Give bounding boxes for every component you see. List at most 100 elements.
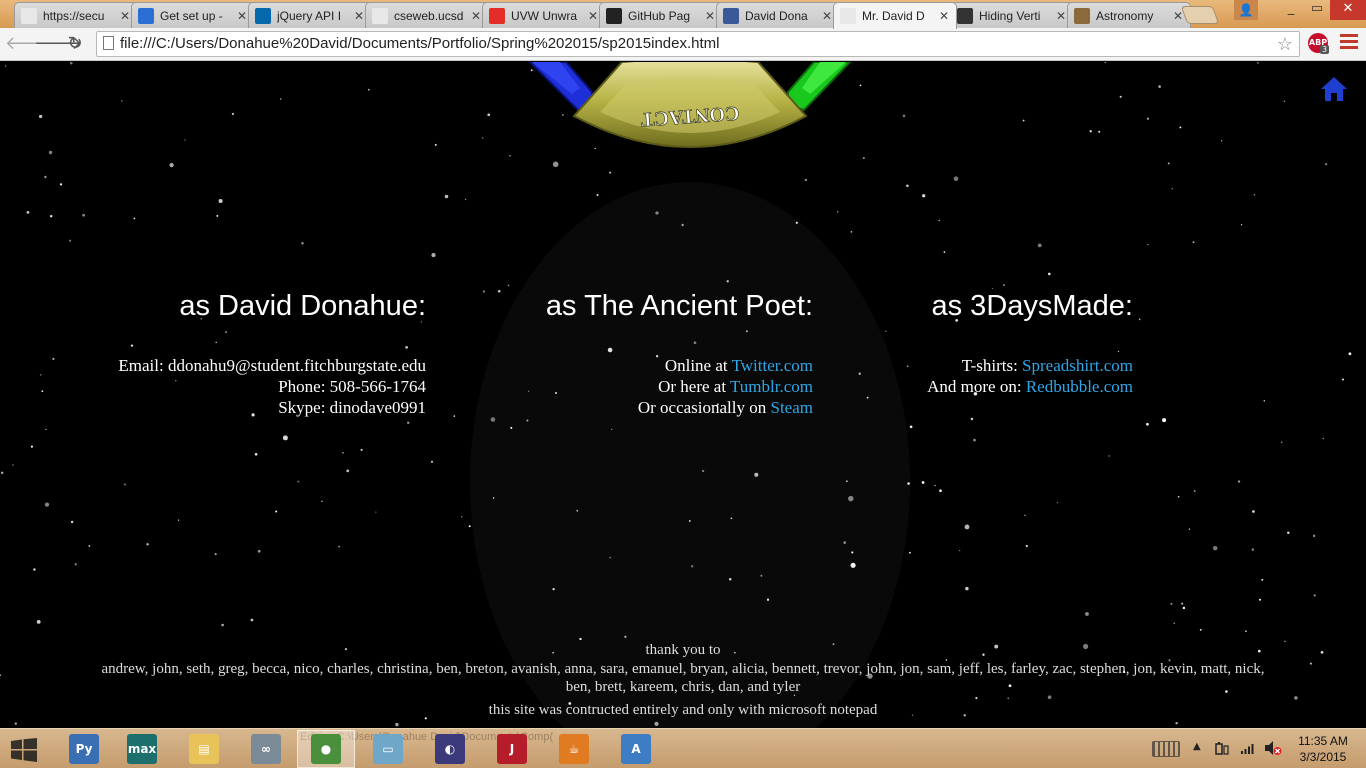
page-icon <box>21 7 37 24</box>
browser-tab[interactable]: jQuery API I ✕ <box>248 2 372 28</box>
browser-tab[interactable]: Astronomy ✕ <box>1067 2 1191 28</box>
browser-tab-title: GitHub Pag <box>628 8 691 23</box>
close-tab-icon[interactable]: ✕ <box>119 9 131 23</box>
spreadshirt-line: T-shirts: Spreadshirt.com <box>713 355 1133 376</box>
volume-muted-icon[interactable] <box>1264 740 1282 756</box>
close-tab-icon[interactable]: ✕ <box>704 9 716 23</box>
address-bar[interactable]: file:///C:/Users/Donahue%20David/Documen… <box>96 31 1300 57</box>
java-icon: ☕ <box>559 734 589 764</box>
redbubble-line: And more on: Redbubble.com <box>713 376 1133 397</box>
forward-arrow-icon[interactable]: 🡒 <box>34 32 82 56</box>
spreadshirt-link[interactable]: Spreadshirt.com <box>1022 356 1133 375</box>
adblock-count-badge: 3 <box>1320 45 1330 54</box>
taskbar-app-button[interactable]: ∞ <box>237 730 295 768</box>
redbubble-prefix: And more on: <box>927 377 1026 396</box>
user-profile-icon[interactable]: 👤 <box>1234 0 1258 20</box>
taskbar-app-button[interactable]: ☕ <box>545 730 603 768</box>
david-donahue-contact-list: Email: ddonahu9@student.fitchburgstate.e… <box>6 355 426 418</box>
clock-date[interactable]: 3/3/2015 <box>1290 750 1356 764</box>
browser-tab[interactable]: Hiding Verti ✕ <box>950 2 1074 28</box>
browser-tab[interactable]: GitHub Pag ✕ <box>599 2 723 28</box>
browser-tab-title: cseweb.ucsd <box>394 8 464 23</box>
power-icon[interactable] <box>1214 741 1230 755</box>
spreadshirt-prefix: T-shirts: <box>961 356 1023 375</box>
steam-prefix: Or occasionally on <box>637 398 771 417</box>
new-tab-button[interactable] <box>1180 6 1220 24</box>
browser-tab[interactable]: Get set up - ✕ <box>131 2 255 28</box>
close-tab-icon[interactable]: ✕ <box>236 9 248 23</box>
minimize-button[interactable]: _ <box>1278 0 1304 20</box>
youtube-icon <box>489 7 505 24</box>
document-app-icon: A <box>621 734 651 764</box>
notepad-icon: ▭ <box>373 734 403 764</box>
browser-tab-title: Mr. David D <box>862 9 925 23</box>
close-tab-icon[interactable]: ✕ <box>353 9 365 23</box>
browser-tab[interactable]: UVW Unwra ✕ <box>482 2 606 28</box>
3dsmax-icon: max <box>127 734 157 764</box>
browser-tab-title: UVW Unwra <box>511 8 578 23</box>
taskbar-app-button[interactable]: max <box>113 730 171 768</box>
thanks-names: andrew, john, seth, greg, becca, nico, c… <box>101 661 1265 695</box>
3daysmade-heading: as 3DaysMade: <box>931 290 1134 322</box>
windows-start-icon[interactable] <box>10 738 38 762</box>
j-app-icon: J <box>497 734 527 764</box>
taskbar-app-button[interactable]: ◐ <box>421 730 479 768</box>
close-tab-icon[interactable]: ✕ <box>938 9 950 23</box>
browser-tab-title: Astronomy <box>1096 8 1154 23</box>
taskbar-app-button[interactable]: J <box>483 730 541 768</box>
phone-line: Phone: 508-566-1764 <box>278 377 426 396</box>
close-window-button[interactable]: ✕ <box>1330 0 1366 20</box>
home-icon[interactable] <box>1320 76 1348 102</box>
windows-taskbar: Editing C:\Users\Donahue David\Documents… <box>0 728 1366 768</box>
python-icon: Py <box>69 734 99 764</box>
taskbar-app-button[interactable]: ▭ <box>359 730 417 768</box>
steam-link[interactable]: Steam <box>771 398 814 417</box>
bookmark-star-icon[interactable]: ☆ <box>1277 34 1293 55</box>
browser-tab-title: jQuery API I <box>277 8 342 23</box>
facebook-icon <box>723 7 739 24</box>
steam-line: Or occasionally on Steam <box>393 397 813 418</box>
browser-tab[interactable]: David Dona ✕ <box>716 2 840 28</box>
built-with-note: this site was contructed entirely and on… <box>488 702 878 718</box>
skype-line: Skype: dinodave0991 <box>278 398 426 417</box>
browser-tab[interactable]: cseweb.ucsd ✕ <box>365 2 489 28</box>
address-text: file:///C:/Users/Donahue%20David/Documen… <box>120 35 720 52</box>
reload-icon[interactable]: ↻ <box>63 32 87 56</box>
windows-icon <box>138 7 154 24</box>
navigation-wheel[interactable]: CONTACT <box>520 62 860 172</box>
touch-keyboard-icon[interactable] <box>1152 741 1180 757</box>
file-explorer-icon: ▤ <box>189 734 219 764</box>
email-line: Email: ddonahu9@student.fitchburgstate.e… <box>118 356 426 375</box>
david-donahue-heading: as David Donahue: <box>179 290 426 322</box>
github-icon <box>606 7 622 24</box>
3daysmade-link-list: T-shirts: Spreadshirt.com And more on: R… <box>713 355 1133 397</box>
close-tab-icon[interactable]: ✕ <box>587 9 599 23</box>
browser-tab[interactable]: Mr. David D ✕ <box>833 2 957 29</box>
clock-time[interactable]: 11:35 AM <box>1290 734 1356 748</box>
browser-tab-title: Get set up - <box>160 8 223 23</box>
taskbar-app-button[interactable]: ● <box>297 730 355 768</box>
close-tab-icon[interactable]: ✕ <box>470 9 482 23</box>
credits-footer: thank you to andrew, john, seth, greg, b… <box>0 640 1366 720</box>
close-tab-icon[interactable]: ✕ <box>821 9 833 23</box>
browser-tab-title: https://secu <box>43 8 105 23</box>
chrome-menu-icon[interactable] <box>1340 34 1358 52</box>
taskbar-app-button[interactable]: Py <box>55 730 113 768</box>
tab-strip: https://secu ✕ Get set up - ✕ jQuery API I ✕ c… <box>0 0 1366 29</box>
media-app-icon: ◐ <box>435 734 465 764</box>
close-tab-icon[interactable]: ✕ <box>1055 9 1067 23</box>
maximize-button[interactable]: ▭ <box>1304 0 1330 20</box>
taskbar-app-button[interactable]: A <box>607 730 665 768</box>
m-icon <box>957 7 973 24</box>
browser-tab[interactable]: https://secu ✕ <box>14 2 138 28</box>
browser-tab-title: David Dona <box>745 8 808 23</box>
page-viewport: CONTACT as David Donahue: Email: ddonahu… <box>0 62 1366 728</box>
jquery-icon <box>255 7 271 24</box>
network-signal-icon[interactable] <box>1240 741 1256 755</box>
browser-toolbar: 🡐 🡒 ↻ file:///C:/Users/Donahue%20David/D… <box>0 28 1366 61</box>
back-arrow-icon[interactable]: 🡐 <box>5 32 53 56</box>
file-icon <box>103 36 114 50</box>
redbubble-link[interactable]: Redbubble.com <box>1026 377 1133 396</box>
show-hidden-icons-icon[interactable]: ▲ <box>1193 741 1201 752</box>
taskbar-app-button[interactable]: ▤ <box>175 730 233 768</box>
